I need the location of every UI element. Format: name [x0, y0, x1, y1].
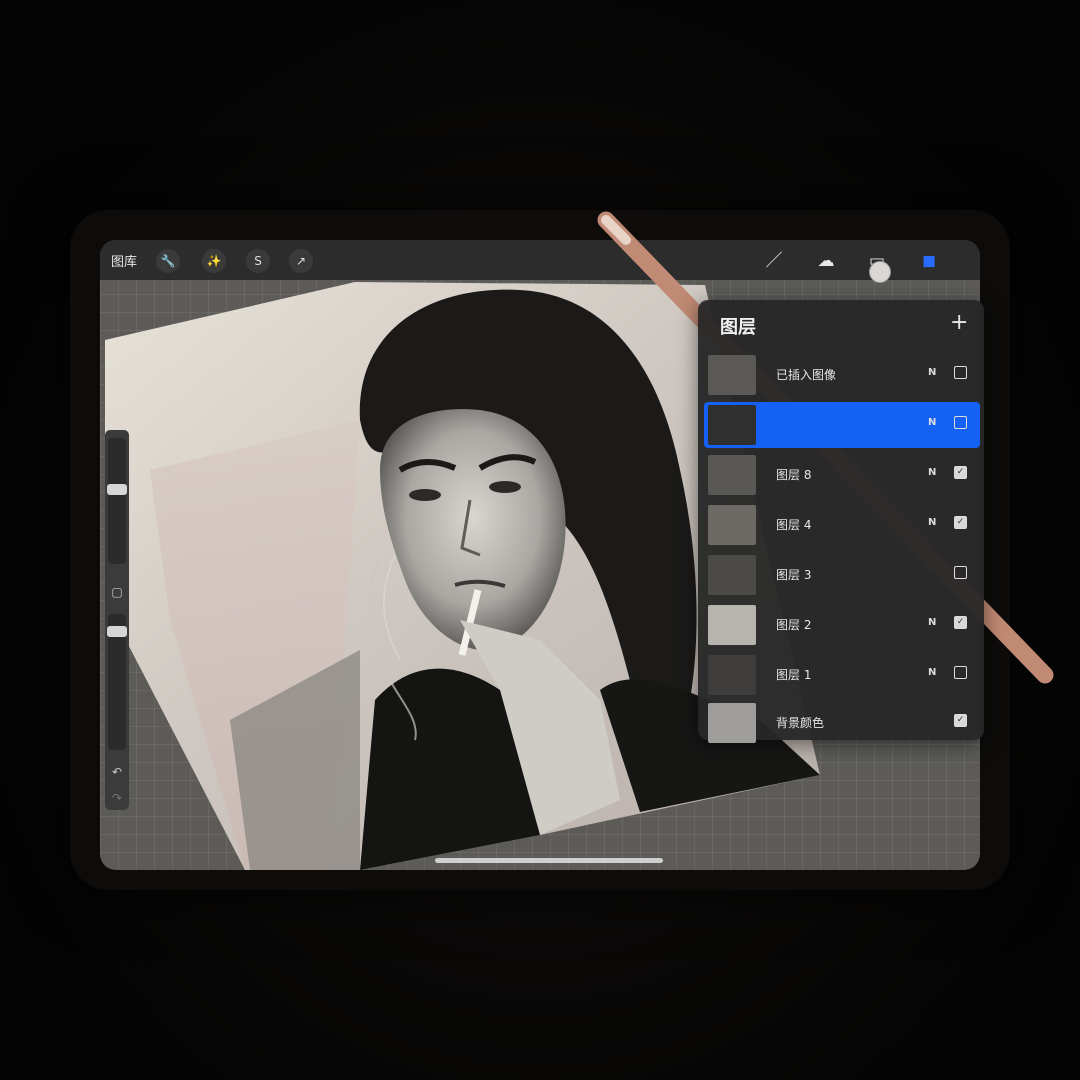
brush-size-thumb[interactable] — [107, 484, 127, 495]
layer-thumbnail — [708, 455, 756, 495]
brush-size-slider[interactable] — [107, 438, 127, 564]
layer-thumbnail — [708, 405, 756, 445]
blend-mode-button[interactable]: N — [928, 617, 936, 628]
layer-name: 图层 2 — [776, 618, 812, 632]
layer-visibility-checkbox[interactable] — [954, 666, 967, 679]
smudge-icon[interactable]: ☁ — [814, 250, 838, 272]
layer-row[interactable]: 图层 4 N ✓ — [704, 502, 980, 548]
layers-panel-title: 图层 — [720, 317, 756, 338]
top-toolbar: 图库 🔧 ✨ S ↗ ／ ☁ ▭ ◼ — [100, 240, 980, 280]
add-layer-button[interactable]: + — [950, 310, 968, 335]
layer-name: 图层 1 — [776, 668, 812, 682]
layer-visibility-checkbox[interactable] — [954, 566, 967, 579]
layer-thumbnail — [708, 555, 756, 595]
brush-icon[interactable]: ／ — [762, 250, 786, 272]
blend-mode-button[interactable]: N — [928, 367, 936, 378]
layer-thumbnail — [708, 703, 756, 743]
layer-row[interactable]: 图层 3 — [704, 552, 980, 598]
selection-s-icon[interactable]: S — [246, 249, 270, 273]
modify-square-icon[interactable]: ▢ — [109, 584, 125, 600]
opacity-thumb[interactable] — [107, 626, 127, 637]
layer-row[interactable]: 图层 1 N — [704, 652, 980, 698]
layer-thumbnail — [708, 505, 756, 545]
layer-row[interactable]: 背景颜色 ✓ — [704, 700, 980, 746]
opacity-slider[interactable] — [107, 614, 127, 750]
layer-row[interactable]: 图层 2 N ✓ — [704, 602, 980, 648]
transform-arrow-icon[interactable]: ↗ — [289, 249, 313, 273]
layer-row[interactable]: 图层 8 N ✓ — [704, 452, 980, 498]
layer-thumbnail — [708, 605, 756, 645]
wrench-icon[interactable]: 🔧 — [156, 249, 180, 273]
magic-wand-icon[interactable]: ✨ — [202, 249, 226, 273]
layer-row[interactable]: 已插入图像 N — [704, 352, 980, 398]
layer-name: 图层 3 — [776, 568, 812, 582]
gallery-button[interactable]: 图库 — [111, 251, 137, 270]
layer-name: 图层 8 — [776, 468, 812, 482]
color-picker-swatch[interactable] — [869, 261, 891, 283]
layer-visibility-checkbox[interactable] — [954, 366, 967, 379]
blend-mode-button[interactable]: N — [928, 417, 936, 428]
layer-name: 图层 4 — [776, 518, 812, 532]
blend-mode-button[interactable]: N — [928, 467, 936, 478]
layers-icon[interactable]: ◼ — [917, 250, 941, 272]
blend-mode-button[interactable]: N — [928, 667, 936, 678]
layer-visibility-checkbox[interactable]: ✓ — [954, 714, 967, 727]
home-indicator — [435, 858, 663, 863]
layer-visibility-checkbox[interactable]: ✓ — [954, 516, 967, 529]
layer-thumbnail — [708, 655, 756, 695]
layer-visibility-checkbox[interactable]: ✓ — [954, 616, 967, 629]
layer-row[interactable]: N — [704, 402, 980, 448]
layer-name: 已插入图像 — [776, 368, 837, 382]
blend-mode-button[interactable]: N — [928, 517, 936, 528]
left-sidebar: ▢ ↶ ↷ — [105, 430, 129, 810]
layer-visibility-checkbox[interactable] — [954, 416, 967, 429]
undo-icon[interactable]: ↶ — [109, 764, 125, 780]
layer-name: 背景颜色 — [776, 716, 825, 730]
layer-thumbnail — [708, 355, 756, 395]
layer-visibility-checkbox[interactable]: ✓ — [954, 466, 967, 479]
redo-icon[interactable]: ↷ — [109, 790, 125, 806]
layers-panel: 图层 + 已插入图像 N N 图层 8 N ✓ 图层 4 N ✓ 图层 3 图层 2 N ✓ 图层 1 N 背… — [698, 300, 984, 743]
